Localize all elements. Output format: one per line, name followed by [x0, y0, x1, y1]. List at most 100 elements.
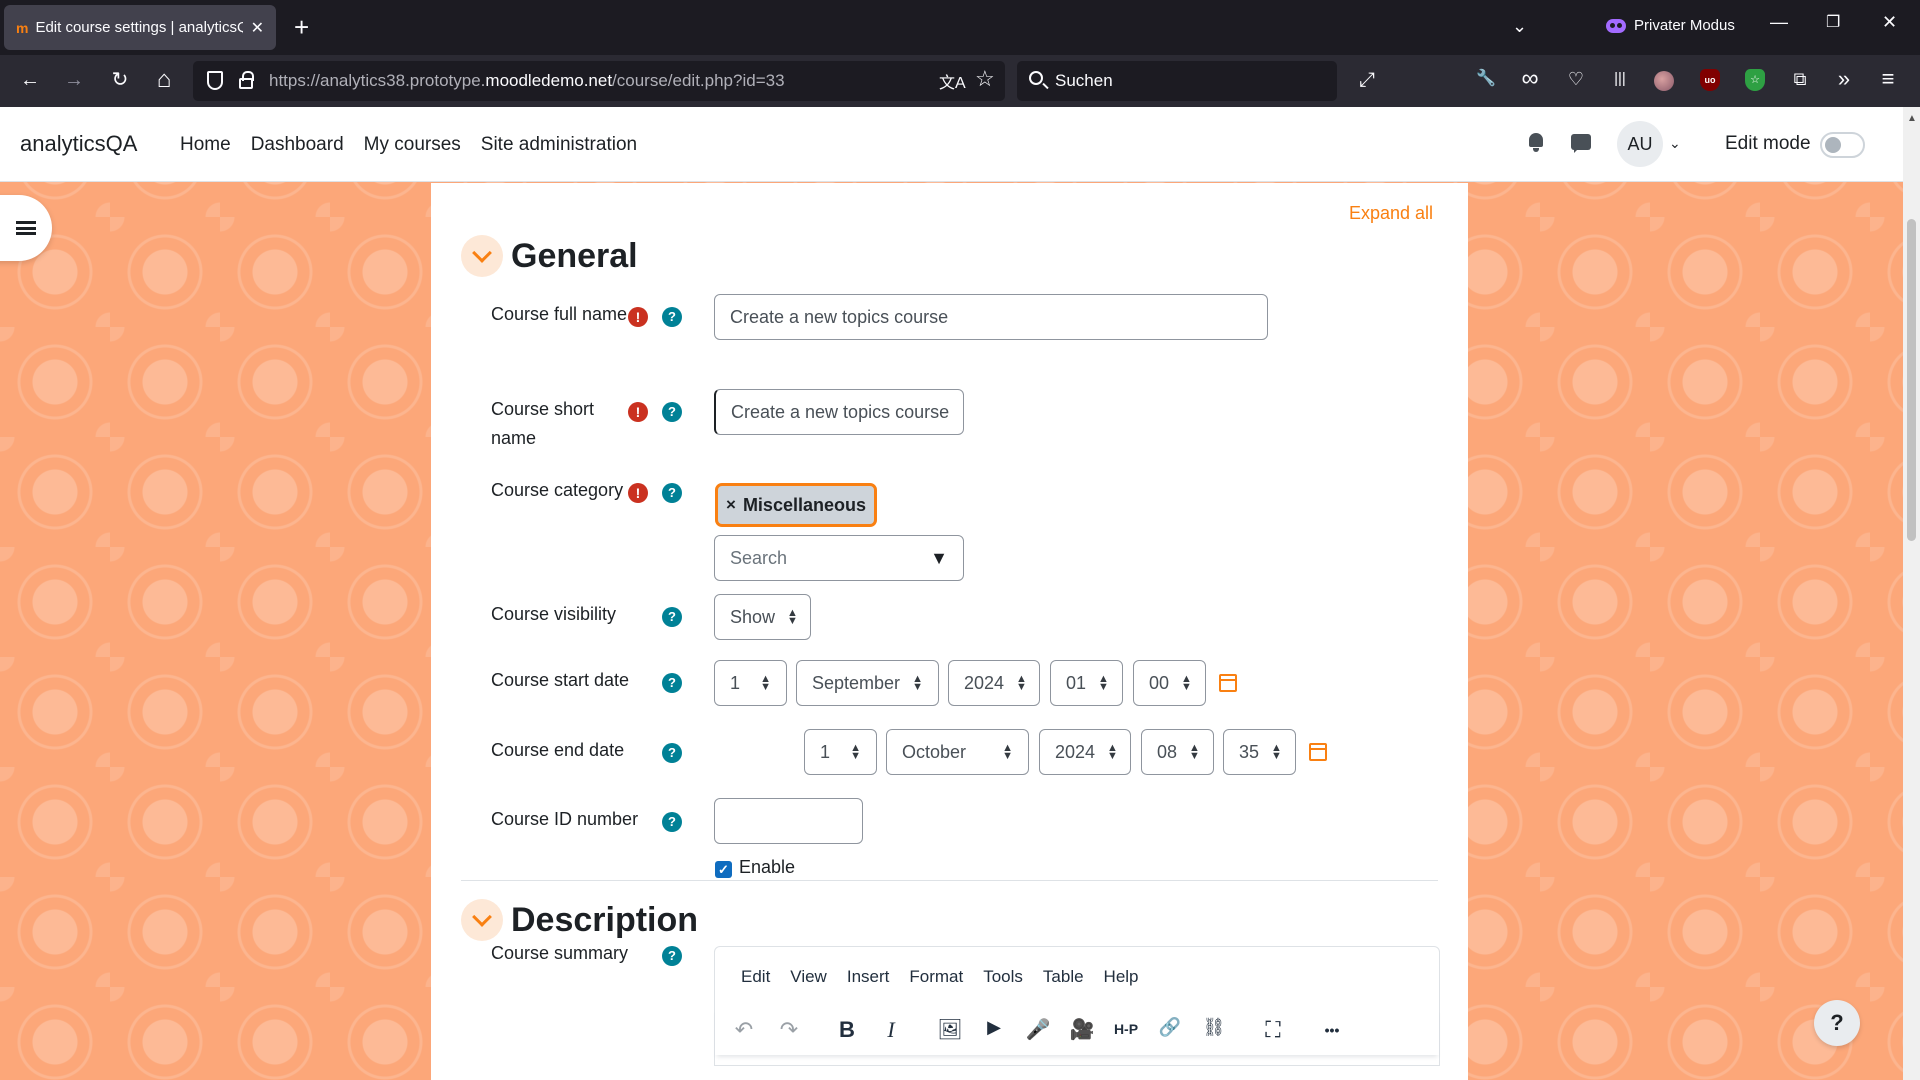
tab-close-icon[interactable]: ✕ — [251, 18, 264, 38]
record-video-icon[interactable]: 🎥 — [1067, 1017, 1097, 1042]
editor-menu-tools[interactable]: Tools — [983, 967, 1023, 987]
start-minute-select[interactable]: 00 ▲ ▼ — [1133, 660, 1206, 706]
start-date-calendar-icon[interactable] — [1219, 674, 1237, 692]
scroll-up-arrow-icon[interactable]: ▲ — [1907, 113, 1917, 124]
private-browsing-mask-icon[interactable]: ∞ — [1518, 67, 1542, 91]
edit-mode-toggle[interactable] — [1820, 132, 1865, 158]
end-date-enable-label[interactable]: Enable — [739, 857, 795, 878]
extension-avatar-icon[interactable] — [1654, 71, 1674, 91]
help-icon[interactable]: ? — [662, 812, 682, 832]
web-search-input[interactable]: Suchen — [1017, 61, 1337, 101]
editor-menu-help[interactable]: Help — [1104, 967, 1139, 987]
course-visibility-select[interactable]: Show ▲ ▼ — [714, 594, 811, 640]
user-menu-chevron-icon[interactable]: ⌄ — [1669, 135, 1681, 152]
expand-all-link[interactable]: Expand all — [1349, 203, 1433, 224]
end-month-select[interactable]: October ▲ ▼ — [886, 729, 1029, 775]
forward-arrow-icon[interactable]: → — [60, 67, 88, 93]
media-icon[interactable]: ▶ — [979, 1017, 1009, 1038]
overflow-chevron-icon[interactable]: » — [1832, 67, 1856, 91]
green-shield-extension-icon[interactable]: ☆ — [1745, 69, 1765, 91]
editor-menu-format[interactable]: Format — [909, 967, 963, 987]
new-tab-button[interactable]: + — [294, 12, 309, 42]
help-icon[interactable]: ? — [662, 946, 682, 966]
category-chip-miscellaneous[interactable]: × Miscellaneous — [715, 483, 877, 527]
start-year-select[interactable]: 2024 ▲ ▼ — [948, 660, 1040, 706]
home-icon[interactable]: ⌂ — [150, 67, 178, 93]
translate-icon[interactable]: 文A — [939, 69, 966, 93]
help-icon[interactable]: ? — [662, 673, 682, 693]
minimize-window-icon[interactable]: — — [1770, 12, 1788, 33]
editor-menu-insert[interactable]: Insert — [847, 967, 890, 987]
bookmark-star-icon[interactable]: ☆ — [975, 66, 995, 92]
nav-home[interactable]: Home — [180, 134, 231, 156]
editor-menu-edit[interactable]: Edit — [741, 967, 770, 987]
end-hour-select[interactable]: 08 ▲ ▼ — [1141, 729, 1214, 775]
more-options-icon[interactable]: ••• — [1317, 1022, 1347, 1038]
end-day-select[interactable]: 1 ▲ ▼ — [804, 729, 877, 775]
tracking-shield-icon[interactable] — [207, 71, 223, 90]
tab-list-chevron-icon[interactable]: ⌄ — [1512, 16, 1527, 37]
nav-my-courses[interactable]: My courses — [364, 134, 461, 156]
course-index-drawer-toggle[interactable] — [0, 195, 52, 261]
description-section-header[interactable]: Description — [461, 899, 698, 941]
course-full-name-input[interactable]: Create a new topics course — [714, 294, 1268, 340]
bold-icon[interactable]: B — [832, 1017, 862, 1043]
italic-icon[interactable]: I — [876, 1017, 906, 1043]
browser-tab-active[interactable]: m Edit course settings | analyticsQA ✕ — [4, 5, 276, 50]
record-audio-icon[interactable]: 🎤 — [1023, 1017, 1053, 1042]
user-avatar[interactable]: AU — [1617, 121, 1663, 167]
restore-window-icon[interactable]: ❐ — [1826, 12, 1840, 32]
close-window-icon[interactable]: ✕ — [1882, 12, 1897, 33]
help-icon[interactable]: ? — [662, 743, 682, 763]
chip-remove-icon[interactable]: × — [726, 495, 736, 515]
course-short-name-input[interactable]: Create a new topics course — [714, 389, 964, 435]
unlink-icon[interactable]: ⛓ — [1199, 1017, 1229, 1038]
start-month-select[interactable]: September ▲ ▼ — [796, 660, 939, 706]
end-date-enable-checkbox[interactable]: ✓ — [715, 861, 732, 878]
help-icon[interactable]: ? — [662, 483, 682, 503]
scrollbar-thumb[interactable] — [1907, 219, 1916, 541]
end-minute-select[interactable]: 35 ▲ ▼ — [1223, 729, 1296, 775]
private-mode-indicator: Privater Modus — [1606, 17, 1735, 34]
image-icon[interactable]: 🖼 — [935, 1017, 965, 1042]
start-hour-select[interactable]: 01 ▲ ▼ — [1050, 660, 1123, 706]
end-date-calendar-icon[interactable] — [1309, 743, 1327, 761]
notification-bell-icon[interactable] — [1527, 133, 1545, 152]
editor-menubar: Edit View Insert Format Tools Table Help — [741, 967, 1139, 987]
help-icon[interactable]: ? — [662, 402, 682, 422]
undo-icon[interactable]: ↶ — [729, 1017, 759, 1043]
link-icon[interactable]: 🔗 — [1155, 1017, 1185, 1038]
help-icon[interactable]: ? — [662, 307, 682, 327]
h5p-icon[interactable]: H-P — [1111, 1021, 1141, 1037]
wrench-icon[interactable]: 🔧 — [1474, 67, 1498, 91]
nav-site-administration[interactable]: Site administration — [481, 134, 637, 156]
fullscreen-arrows-icon[interactable]: ⤢ — [1353, 67, 1381, 93]
help-icon[interactable]: ? — [662, 607, 682, 627]
page-scrollbar[interactable]: ▲ — [1903, 107, 1920, 1080]
fullscreen-icon[interactable]: ⛶ — [1258, 1017, 1288, 1043]
course-id-number-input[interactable] — [714, 798, 863, 844]
hamburger-menu-icon[interactable]: ≡ — [1876, 67, 1900, 91]
pocket-icon[interactable]: ♡ — [1564, 67, 1588, 91]
url-bar[interactable]: https://analytics38.prototype. moodledemo… — [193, 61, 1005, 101]
extensions-puzzle-icon[interactable]: ⧉ — [1788, 67, 1812, 91]
padlock-icon[interactable] — [239, 71, 254, 89]
chevron-down-icon[interactable] — [461, 899, 503, 941]
help-question-button[interactable]: ? — [1814, 1000, 1860, 1046]
library-icon[interactable]: ||| — [1608, 67, 1632, 91]
reload-icon[interactable]: ↻ — [106, 67, 134, 93]
general-section-header[interactable]: General — [461, 235, 638, 277]
start-day-select[interactable]: 1 ▲ ▼ — [714, 660, 787, 706]
redo-icon[interactable]: ↷ — [774, 1017, 804, 1043]
back-arrow-icon[interactable]: ← — [16, 67, 44, 93]
messages-chat-icon[interactable] — [1571, 134, 1591, 153]
nav-dashboard[interactable]: Dashboard — [251, 134, 344, 156]
course-id-number-label: Course ID number — [491, 809, 639, 829]
editor-menu-view[interactable]: View — [790, 967, 827, 987]
editor-menu-table[interactable]: Table — [1043, 967, 1084, 987]
category-search-select[interactable]: Search ▼ — [714, 535, 964, 581]
ublock-origin-icon[interactable]: uo — [1700, 69, 1720, 91]
site-brand[interactable]: analyticsQA — [20, 131, 137, 157]
end-year-select[interactable]: 2024 ▲ ▼ — [1039, 729, 1131, 775]
chevron-down-icon[interactable] — [461, 235, 503, 277]
